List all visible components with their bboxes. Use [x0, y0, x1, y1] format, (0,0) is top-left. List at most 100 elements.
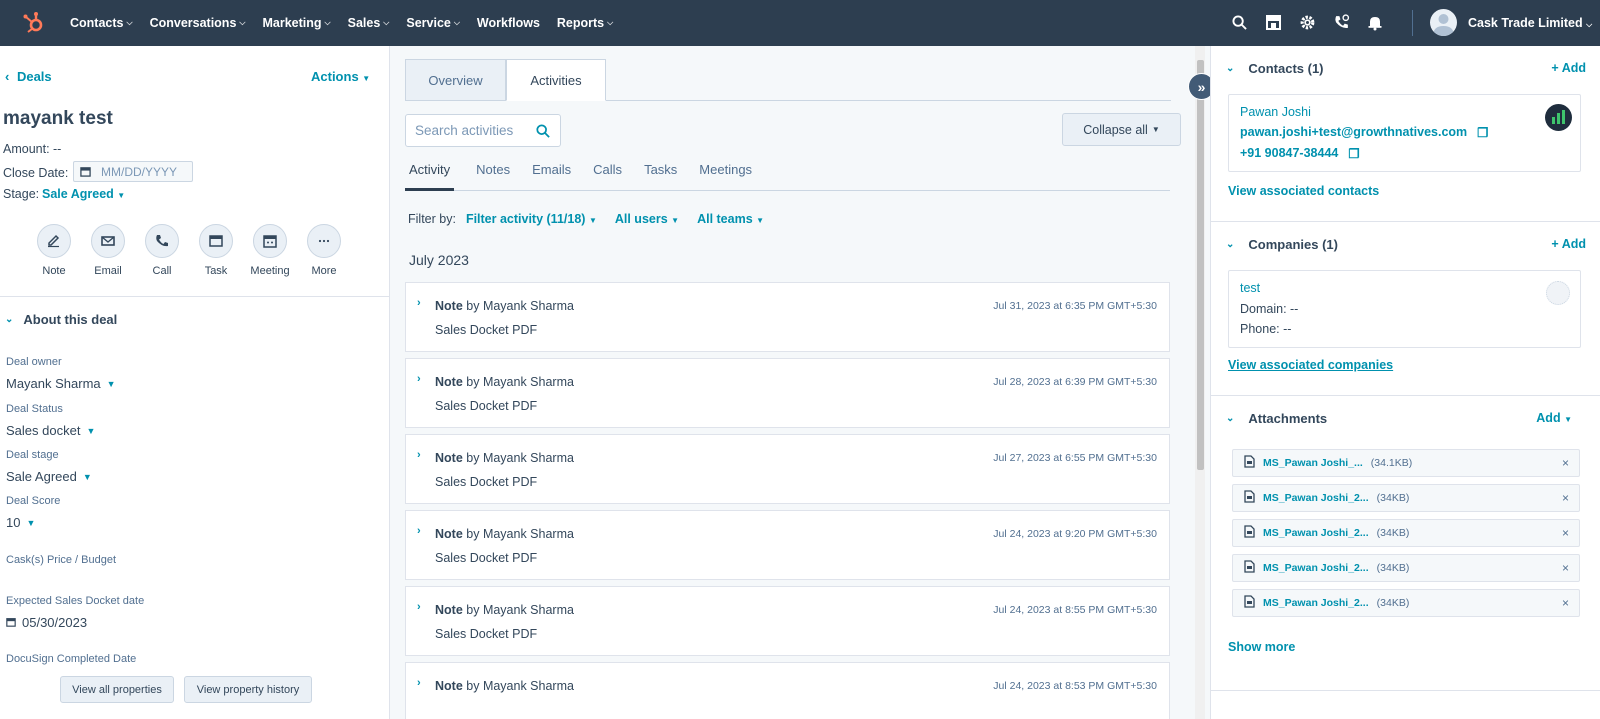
attachment-name[interactable]: MS_Pawan Joshi_2... [1263, 527, 1369, 539]
contact-email-link[interactable]: pawan.joshi+test@growthnatives.com [1240, 125, 1467, 140]
attachment-size: (34KB) [1376, 562, 1410, 574]
attachment-item[interactable]: MS_Pawan Joshi_... (34.1KB) × [1232, 449, 1580, 477]
close-date-input[interactable]: MM/DD/YYYY [73, 161, 193, 182]
subtab-activity[interactable]: Activity [405, 149, 455, 191]
remove-attachment-icon[interactable]: × [1562, 561, 1569, 575]
attachment-name[interactable]: MS_Pawan Joshi_2... [1263, 562, 1369, 574]
more-action-button[interactable]: More [307, 224, 341, 277]
nav-menu-workflows[interactable]: Workflows [477, 16, 540, 30]
calling-icon[interactable] [1332, 13, 1350, 31]
activity-timestamp: Jul 27, 2023 at 6:55 PM GMT+5:30 [993, 452, 1157, 464]
view-all-properties-button[interactable]: View all properties [60, 676, 174, 703]
search-activities-input[interactable]: Search activities [405, 114, 561, 147]
chevron-right-icon[interactable]: › [417, 449, 421, 461]
attachment-item[interactable]: MS_Pawan Joshi_2... (34KB) × [1232, 484, 1580, 512]
all-users-dropdown[interactable]: All users ▼ [615, 212, 679, 226]
companies-section-header[interactable]: ⌄ Companies (1) [1226, 237, 1338, 252]
activity-card[interactable]: › Note by Mayank Sharma Sales Docket PDF Ju… [405, 586, 1170, 656]
nav-menu-reports[interactable]: Reports ⌵ [557, 16, 613, 30]
actions-dropdown[interactable]: Actions ▼ [311, 69, 370, 84]
settings-gear-icon[interactable] [1298, 13, 1316, 31]
collapse-all-button[interactable]: Collapse all ▼ [1062, 113, 1181, 146]
view-property-history-button[interactable]: View property history [184, 676, 312, 703]
marketplace-icon[interactable] [1264, 13, 1282, 31]
property-value[interactable]: 05/30/2023 [6, 615, 144, 630]
filter-activity-dropdown[interactable]: Filter activity (11/18) ▼ [466, 212, 597, 226]
nav-menu-service[interactable]: Service ⌵ [406, 16, 460, 30]
subtab-notes[interactable]: Notes [476, 149, 510, 191]
hubspot-logo-icon[interactable] [22, 11, 46, 35]
meeting-action-button[interactable]: Meeting [250, 224, 290, 277]
subtab-tasks[interactable]: Tasks [644, 149, 677, 191]
attachment-item[interactable]: MS_Pawan Joshi_2... (34KB) × [1232, 589, 1580, 617]
remove-attachment-icon[interactable]: × [1562, 526, 1569, 540]
property-value-text: 05/30/2023 [22, 615, 88, 630]
subtab-emails[interactable]: Emails [532, 149, 571, 191]
subtab-calls[interactable]: Calls [593, 149, 622, 191]
add-company-button[interactable]: + Add [1551, 237, 1586, 251]
tab-activities[interactable]: Activities [506, 59, 606, 101]
copy-icon[interactable]: ❐ [1477, 125, 1488, 140]
attachment-name[interactable]: MS_Pawan Joshi_2... [1263, 492, 1369, 504]
notifications-bell-icon[interactable] [1366, 13, 1384, 31]
back-to-deals-link[interactable]: ‹ Deals [5, 69, 52, 84]
chevron-right-icon[interactable]: › [417, 525, 421, 537]
property-value[interactable]: Sale Agreed ▼ [6, 469, 92, 484]
chevron-right-icon[interactable]: › [417, 373, 421, 385]
nav-menu-marketing[interactable]: Marketing ⌵ [262, 16, 330, 30]
remove-attachment-icon[interactable]: × [1562, 456, 1569, 470]
property-value[interactable]: Mayank Sharma ▼ [6, 376, 116, 391]
attachment-item[interactable]: MS_Pawan Joshi_2... (34KB) × [1232, 554, 1580, 582]
activity-body: Sales Docket PDF [435, 323, 538, 337]
chevron-right-icon[interactable]: › [417, 601, 421, 613]
stage-dropdown[interactable]: Sale Agreed ▼ [42, 187, 125, 201]
activity-card[interactable]: › Note by Mayank Sharma Sales Docket PDF Ju… [405, 282, 1170, 352]
activity-card[interactable]: › Note by Mayank Sharma Jul 24, 2023 at 8:… [405, 662, 1170, 719]
activity-card[interactable]: › Note by Mayank Sharma Sales Docket PDF Ju… [405, 358, 1170, 428]
chevron-right-icon[interactable]: › [417, 297, 421, 309]
about-this-deal-header[interactable]: ⌄ About this deal [5, 312, 117, 327]
copy-icon[interactable]: ❐ [1348, 146, 1359, 161]
view-associated-companies-link[interactable]: View associated companies [1228, 358, 1393, 372]
show-more-link[interactable]: Show more [1228, 640, 1295, 654]
contacts-section-header[interactable]: ⌄ Contacts (1) [1226, 61, 1324, 76]
activity-card[interactable]: › Note by Mayank Sharma Sales Docket PDF Ju… [405, 434, 1170, 504]
task-action-button[interactable]: Task [199, 224, 233, 277]
property-value-text: Sales docket [6, 423, 81, 438]
scrollbar-thumb[interactable] [1197, 60, 1204, 470]
view-associated-contacts-link[interactable]: View associated contacts [1228, 184, 1379, 198]
add-attachment-dropdown[interactable]: Add ▼ [1536, 411, 1572, 425]
search-icon[interactable] [1230, 13, 1248, 31]
add-contact-button[interactable]: + Add [1551, 61, 1586, 75]
tab-overview[interactable]: Overview [405, 59, 506, 101]
activity-author: by Mayank Sharma [466, 451, 574, 465]
nav-menu-label: Service [406, 16, 451, 30]
note-action-button[interactable]: Note [37, 224, 71, 277]
all-teams-dropdown[interactable]: All teams ▼ [697, 212, 764, 226]
property-label: Deal stage [6, 449, 59, 461]
activity-card[interactable]: › Note by Mayank Sharma Sales Docket PDF Ju… [405, 510, 1170, 580]
attachment-item[interactable]: MS_Pawan Joshi_2... (34KB) × [1232, 519, 1580, 547]
nav-menu-sales[interactable]: Sales ⌵ [348, 16, 390, 30]
contact-name-link[interactable]: Pawan Joshi [1240, 105, 1311, 119]
attachments-section-header[interactable]: ⌄ Attachments [1226, 411, 1327, 426]
chevron-right-icon[interactable]: › [417, 677, 421, 689]
company-name-link[interactable]: test [1240, 281, 1260, 295]
caret-down-icon: ▼ [82, 471, 92, 482]
attachment-name[interactable]: MS_Pawan Joshi_2... [1263, 597, 1369, 609]
attachment-name[interactable]: MS_Pawan Joshi_... [1263, 457, 1363, 469]
caret-down-icon: ▼ [86, 425, 96, 436]
call-action-button[interactable]: Call [145, 224, 179, 277]
contact-phone-link[interactable]: +91 90847-38444 [1240, 146, 1338, 161]
nav-menu-contacts[interactable]: Contacts ⌵ [70, 16, 133, 30]
remove-attachment-icon[interactable]: × [1562, 491, 1569, 505]
property-value[interactable]: Sales docket ▼ [6, 423, 95, 438]
remove-attachment-icon[interactable]: × [1562, 596, 1569, 610]
subtab-meetings[interactable]: Meetings [699, 149, 752, 191]
nav-separator [1412, 10, 1413, 36]
email-action-button[interactable]: Email [91, 224, 125, 277]
avatar[interactable] [1430, 9, 1457, 36]
property-value[interactable]: 10 ▼ [6, 515, 60, 530]
account-menu[interactable]: Cask Trade Limited ⌵ [1468, 16, 1592, 30]
nav-menu-conversations[interactable]: Conversations ⌵ [150, 16, 246, 30]
